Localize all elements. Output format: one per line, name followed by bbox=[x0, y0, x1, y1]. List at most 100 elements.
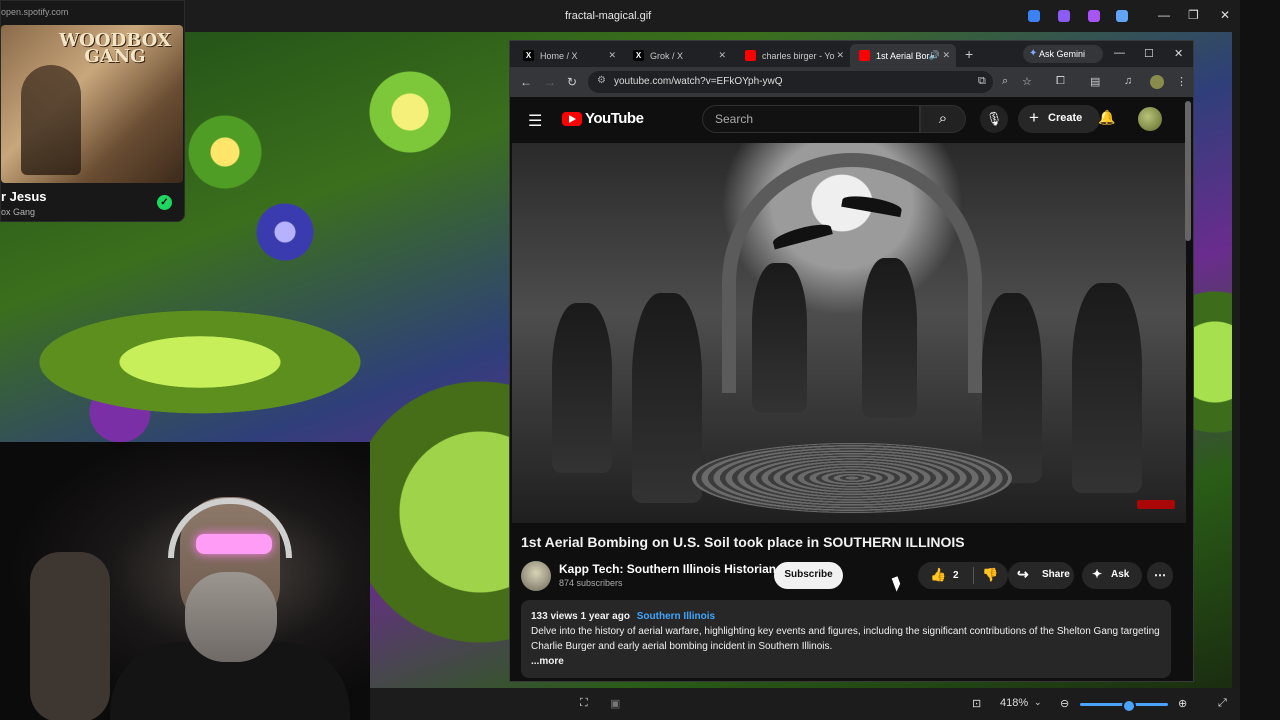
bookmark-star-icon[interactable]: ☆ bbox=[1022, 75, 1032, 88]
maximize-icon[interactable]: ❐ bbox=[1188, 8, 1199, 22]
gallery-icon[interactable] bbox=[1088, 10, 1100, 22]
viewer-bottombar: ⛶ ▣ ⊡ 418% ⌄ ⊖ ⊕ ⤢ bbox=[370, 688, 1240, 720]
thumbs-down-icon[interactable]: 👎 bbox=[982, 567, 998, 583]
address-bar[interactable]: ⚙ youtube.com/watch?v=EFkOYph-ywQ bbox=[588, 71, 993, 93]
description-box[interactable]: 133 views 1 year ago Southern Illinois D… bbox=[521, 600, 1171, 678]
plus-icon: + bbox=[1029, 108, 1039, 127]
youtube-logo-icon[interactable] bbox=[562, 112, 582, 126]
close-tab-icon[interactable]: ✕ bbox=[942, 50, 950, 61]
tab-aerial-bombing[interactable]: 1st Aerial Bor 🔊 ✕ bbox=[850, 44, 956, 67]
close-tab-icon[interactable]: ✕ bbox=[718, 50, 726, 61]
spotify-miniplayer: open.spotify.com WOODBOX GANG r Jesus ox… bbox=[0, 0, 185, 222]
headphones bbox=[168, 498, 292, 558]
x-logo-icon: X bbox=[633, 50, 644, 61]
like-dislike-group: 👍 2 👎 bbox=[918, 562, 1008, 589]
zoom-slider[interactable] bbox=[1080, 699, 1168, 713]
scene-figure bbox=[752, 263, 807, 413]
views-date: 133 views 1 year ago bbox=[531, 611, 630, 622]
divider bbox=[973, 567, 974, 584]
notifications-bell-icon[interactable]: 🔔 bbox=[1098, 109, 1115, 126]
subscribe-button[interactable]: Subscribe bbox=[774, 562, 843, 589]
zoom-out-icon[interactable]: ⊖ bbox=[1060, 697, 1069, 710]
forward-icon[interactable]: → bbox=[544, 75, 556, 89]
microphone-icon[interactable]: 🎙 bbox=[980, 105, 1008, 133]
maximize-icon[interactable]: ☐ bbox=[1144, 47, 1154, 60]
cloud-icon[interactable] bbox=[1116, 10, 1128, 22]
close-icon[interactable]: ✕ bbox=[1220, 8, 1230, 22]
create-button[interactable]: + Create bbox=[1018, 105, 1100, 133]
channel-name[interactable]: Kapp Tech: Southern Illinois Historian bbox=[559, 562, 776, 576]
hashtag-link[interactable]: Southern Illinois bbox=[637, 611, 715, 622]
share-button[interactable]: ↪ Share bbox=[1008, 562, 1074, 589]
viewer-titlebar: fractal-magical.gif — ❐ ✕ bbox=[0, 0, 1240, 32]
video-title: 1st Aerial Bombing on U.S. Soil took pla… bbox=[521, 534, 965, 550]
scene-figure bbox=[552, 303, 612, 473]
profile-avatar[interactable] bbox=[1150, 75, 1164, 89]
extensions-icon[interactable]: ⧠ bbox=[1056, 75, 1065, 88]
sparkle-icon: ✦ bbox=[1092, 567, 1103, 581]
install-icon[interactable]: ⧉ bbox=[978, 75, 986, 88]
saved-check-icon[interactable]: ✓ bbox=[157, 195, 172, 210]
zoom-icon[interactable]: ⌕ bbox=[1002, 75, 1008, 88]
chair bbox=[30, 552, 110, 720]
minimize-icon[interactable]: — bbox=[1114, 47, 1125, 59]
channel-avatar[interactable] bbox=[521, 561, 551, 591]
reload-icon[interactable]: ↻ bbox=[567, 75, 577, 89]
scene-figure bbox=[1072, 283, 1142, 493]
crop-icon[interactable]: ⛶ bbox=[580, 697, 588, 710]
album-logo: WOODBOX GANG bbox=[58, 30, 171, 67]
subscribe-watermark[interactable] bbox=[1137, 500, 1175, 509]
video-player[interactable] bbox=[512, 143, 1186, 523]
tab-grok-x[interactable]: X Grok / X ✕ bbox=[624, 44, 732, 67]
thumbs-up-icon[interactable]: 👍 bbox=[930, 567, 946, 583]
more-actions-button[interactable]: ⋯ bbox=[1147, 562, 1173, 589]
search-input[interactable]: Search bbox=[702, 105, 920, 133]
close-tab-icon[interactable]: ✕ bbox=[608, 50, 616, 61]
site-info-icon[interactable]: ⚙ bbox=[597, 75, 606, 86]
description-text: Delve into the history of aerial warfare… bbox=[531, 626, 1160, 652]
youtube-logo-text[interactable]: YouTube bbox=[585, 110, 644, 127]
ask-button[interactable]: ✦ Ask bbox=[1082, 562, 1142, 589]
new-tab-button[interactable]: + bbox=[965, 46, 973, 62]
share-icon: ↪ bbox=[1017, 566, 1029, 582]
side-panel-icon[interactable]: ▤ bbox=[1090, 75, 1100, 88]
close-tab-icon[interactable]: ✕ bbox=[836, 50, 844, 61]
album-art[interactable]: WOODBOX GANG bbox=[1, 25, 183, 183]
youtube-header: ☰ YouTube Search ⌕ 🎙 + Create 🔔 bbox=[510, 97, 1193, 143]
zoom-in-icon[interactable]: ⊕ bbox=[1178, 697, 1187, 710]
webcam-feed bbox=[0, 442, 370, 720]
scene-figure bbox=[632, 293, 702, 503]
fit-icon[interactable]: ⊡ bbox=[972, 697, 981, 710]
tab-charles-birger[interactable]: charles birger - Yo ✕ bbox=[736, 44, 850, 67]
media-icon[interactable]: ♫ bbox=[1124, 75, 1132, 87]
tab-home-x[interactable]: X Home / X ✕ bbox=[514, 44, 622, 67]
fullscreen-icon[interactable]: ⤢ bbox=[1218, 697, 1227, 710]
artist-name[interactable]: ox Gang bbox=[1, 207, 35, 217]
youtube-icon bbox=[859, 50, 870, 61]
search-icon[interactable]: ⌕ bbox=[920, 105, 966, 133]
scene-figure bbox=[862, 258, 917, 418]
scrollbar-thumb[interactable] bbox=[1185, 101, 1191, 241]
back-icon[interactable]: ← bbox=[520, 75, 532, 89]
chevron-down-icon[interactable]: ⌄ bbox=[1034, 697, 1042, 708]
song-title[interactable]: r Jesus bbox=[1, 189, 47, 204]
right-edge-panel bbox=[1240, 0, 1280, 720]
viewer-title: fractal-magical.gif bbox=[565, 10, 652, 22]
close-icon[interactable]: ✕ bbox=[1174, 47, 1183, 60]
ask-gemini-button[interactable]: ✦ Ask Gemini bbox=[1023, 45, 1103, 63]
zoom-level[interactable]: 418% bbox=[1000, 697, 1028, 709]
desktop: fractal-magical.gif — ❐ ✕ ⛶ ▣ ⊡ 418% ⌄ ⊖… bbox=[0, 0, 1280, 720]
speaker-icon[interactable]: 🔊 bbox=[929, 50, 940, 61]
menu-icon[interactable]: ⋮ bbox=[1176, 75, 1187, 88]
hamburger-menu-icon[interactable]: ☰ bbox=[528, 111, 542, 131]
like-count[interactable]: 2 bbox=[953, 570, 959, 581]
minimize-icon[interactable]: — bbox=[1158, 8, 1170, 22]
show-more-link[interactable]: ...more bbox=[531, 654, 1161, 669]
copilot-icon[interactable] bbox=[1058, 10, 1070, 22]
select-icon[interactable]: ▣ bbox=[610, 697, 620, 710]
account-avatar[interactable] bbox=[1138, 107, 1162, 131]
edit-icon[interactable] bbox=[1028, 10, 1040, 22]
scene-figure bbox=[982, 293, 1042, 483]
x-logo-icon: X bbox=[523, 50, 534, 61]
gemini-icon: ✦ bbox=[1029, 48, 1038, 59]
